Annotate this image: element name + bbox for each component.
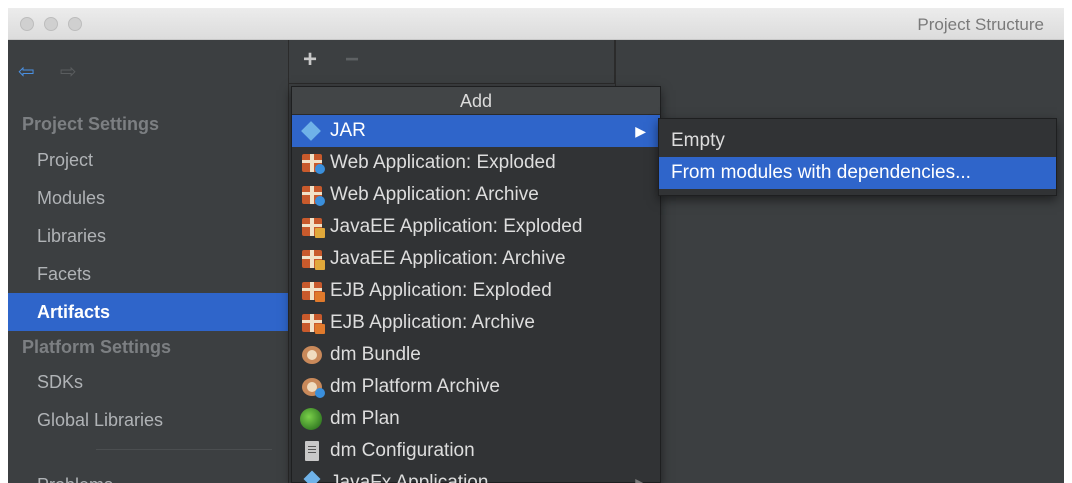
menu-item-dm-configuration[interactable]: dm Configuration bbox=[292, 435, 660, 467]
menu-item-ejb-exploded[interactable]: EJB Application: Exploded bbox=[292, 275, 660, 307]
menu-item-label: dm Plan bbox=[330, 408, 400, 429]
close-window-button[interactable] bbox=[20, 17, 34, 31]
menu-item-web-exploded[interactable]: Web Application: Exploded bbox=[292, 147, 660, 179]
platform-archive-icon bbox=[302, 378, 325, 398]
menu-item-dm-plan[interactable]: dm Plan bbox=[292, 403, 660, 435]
sidebar-item-problems[interactable]: Problems bbox=[8, 466, 288, 483]
menu-item-label: Web Application: Exploded bbox=[330, 152, 556, 173]
menu-item-dm-platform-archive[interactable]: dm Platform Archive bbox=[292, 371, 660, 403]
platform-settings-header: Platform Settings bbox=[22, 337, 172, 357]
zoom-window-button[interactable] bbox=[68, 17, 82, 31]
sidebar-item-global-libraries[interactable]: Global Libraries bbox=[8, 401, 288, 439]
window-title: Project Structure bbox=[917, 15, 1044, 34]
sidebar: ⇦ ⇨ Project Settings Project Modules Lib… bbox=[8, 40, 288, 483]
submenu-item-from-modules[interactable]: From modules with dependencies... bbox=[659, 157, 1056, 189]
configuration-icon bbox=[305, 441, 319, 461]
web-app-icon bbox=[302, 186, 325, 206]
add-artifact-button[interactable]: + bbox=[303, 48, 317, 72]
add-artifact-menu: Add JAR ▶ Web Application: Exploded Web … bbox=[291, 86, 661, 483]
title-bar: Project Structure bbox=[8, 8, 1064, 40]
bundle-icon bbox=[302, 346, 322, 364]
sidebar-item-artifacts[interactable]: Artifacts bbox=[8, 293, 288, 331]
jar-icon bbox=[301, 121, 321, 141]
menu-item-javafx[interactable]: JavaFx Application ▶ bbox=[292, 467, 660, 483]
back-arrow-icon[interactable]: ⇦ bbox=[18, 62, 35, 82]
submenu-item-empty[interactable]: Empty bbox=[659, 125, 1056, 157]
menu-header: Add bbox=[292, 87, 660, 115]
forward-arrow-icon[interactable]: ⇨ bbox=[60, 62, 77, 82]
artifacts-toolbar: + − bbox=[289, 40, 615, 84]
menu-item-label: EJB Application: Archive bbox=[330, 312, 535, 333]
sidebar-item-libraries[interactable]: Libraries bbox=[8, 217, 288, 255]
jar-submenu: Empty From modules with dependencies... bbox=[658, 118, 1057, 196]
sidebar-item-sdks[interactable]: SDKs bbox=[8, 363, 288, 401]
sidebar-divider bbox=[96, 449, 272, 450]
menu-item-web-archive[interactable]: Web Application: Archive bbox=[292, 179, 660, 211]
minimize-window-button[interactable] bbox=[44, 17, 58, 31]
sidebar-item-facets[interactable]: Facets bbox=[8, 255, 288, 293]
menu-item-javaee-archive[interactable]: JavaEE Application: Archive bbox=[292, 243, 660, 275]
menu-item-ejb-archive[interactable]: EJB Application: Archive bbox=[292, 307, 660, 339]
menu-item-label: JAR bbox=[330, 120, 366, 141]
menu-item-label: JavaEE Application: Exploded bbox=[330, 216, 583, 237]
javaee-app-icon bbox=[302, 250, 325, 270]
ejb-app-icon bbox=[302, 282, 325, 302]
menu-item-jar[interactable]: JAR ▶ bbox=[292, 115, 660, 147]
project-structure-window: Project Structure ⇦ ⇨ Project Settings P… bbox=[8, 8, 1064, 483]
menu-item-label: JavaFx Application bbox=[330, 472, 489, 483]
sidebar-item-modules[interactable]: Modules bbox=[8, 179, 288, 217]
project-settings-header: Project Settings bbox=[22, 114, 160, 134]
artifact-details-panel bbox=[615, 40, 1064, 483]
menu-item-label: dm Platform Archive bbox=[330, 376, 500, 397]
menu-item-label: JavaEE Application: Archive bbox=[330, 248, 566, 269]
sidebar-splitter[interactable] bbox=[288, 40, 289, 483]
web-app-icon bbox=[302, 154, 325, 174]
sidebar-item-project[interactable]: Project bbox=[8, 141, 288, 179]
menu-item-label: dm Bundle bbox=[330, 344, 421, 365]
remove-artifact-button[interactable]: − bbox=[345, 48, 359, 72]
submenu-arrow-icon: ▶ bbox=[635, 123, 646, 139]
menu-item-dm-bundle[interactable]: dm Bundle bbox=[292, 339, 660, 371]
plan-icon bbox=[300, 408, 322, 430]
javafx-icon bbox=[303, 470, 321, 483]
ejb-app-icon bbox=[302, 314, 325, 334]
menu-item-javaee-exploded[interactable]: JavaEE Application: Exploded bbox=[292, 211, 660, 243]
javaee-app-icon bbox=[302, 218, 325, 238]
menu-item-label: dm Configuration bbox=[330, 440, 475, 461]
menu-item-label: EJB Application: Exploded bbox=[330, 280, 552, 301]
menu-item-label: Web Application: Archive bbox=[330, 184, 539, 205]
submenu-arrow-icon: ▶ bbox=[635, 475, 646, 483]
